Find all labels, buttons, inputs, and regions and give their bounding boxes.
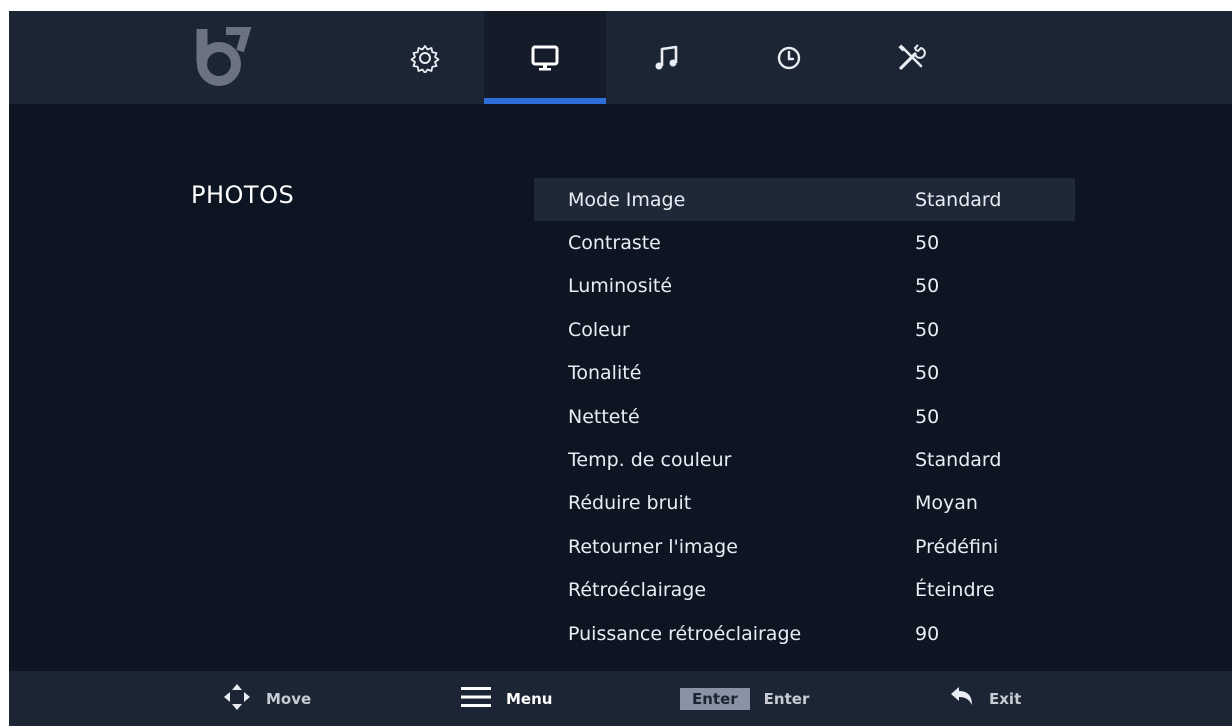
settings-row-value: Prédéfini — [915, 535, 999, 558]
dpad-icon — [222, 682, 252, 716]
enter-key: Enter — [680, 687, 750, 710]
settings-row-label: Contraste — [568, 232, 661, 255]
footer-hints: Move Menu Enter Enter Exit — [9, 671, 1232, 726]
settings-row[interactable]: Retourner l'image Prédéfini — [534, 525, 1075, 568]
settings-row-label: Rétroéclairage — [568, 579, 707, 602]
exit-hint: Exit — [949, 671, 1021, 726]
menu-hint: Menu — [460, 671, 552, 726]
tab-sound[interactable] — [606, 11, 728, 104]
settings-row-value: 50 — [915, 232, 940, 255]
settings-row[interactable]: Puissance rétroéclairage 90 — [534, 612, 1075, 655]
tv-settings-screen: PHOTOS Mode Image Standard Contraste 50 Lumi… — [9, 11, 1232, 726]
settings-row-value: Standard — [915, 188, 1002, 211]
settings-row-value: Standard — [915, 449, 1002, 472]
menu-label: Menu — [506, 689, 553, 708]
move-hint: Move — [222, 671, 311, 726]
back-arrow-icon — [949, 685, 975, 713]
page-title: PHOTOS — [191, 181, 295, 209]
settings-row-label: Réduire bruit — [568, 492, 692, 515]
settings-row-label: Retourner l'image — [568, 535, 738, 558]
tab-picture[interactable] — [484, 11, 606, 104]
settings-row-label: Luminosité — [568, 275, 673, 298]
exit-label: Exit — [989, 689, 1022, 708]
clock-icon — [774, 43, 804, 73]
display-icon — [530, 43, 560, 73]
settings-row-value: 90 — [915, 622, 940, 645]
tab-time[interactable] — [728, 11, 850, 104]
settings-row[interactable]: Mode Image Standard — [534, 178, 1075, 222]
settings-row-label: Temp. de couleur — [568, 449, 732, 472]
move-label: Move — [266, 689, 312, 708]
settings-row[interactable]: Tonalité 50 — [534, 352, 1075, 395]
tools-icon — [895, 42, 927, 74]
settings-row-value: Éteindre — [915, 579, 995, 602]
top-tab-bar — [9, 11, 1232, 104]
music-note-icon — [652, 43, 682, 73]
settings-row[interactable]: Temp. de couleur Standard — [534, 438, 1075, 481]
settings-row[interactable]: Réduire bruit Moyan — [534, 482, 1075, 525]
settings-row-label: Coleur — [568, 318, 630, 341]
settings-row-label: Puissance rétroéclairage — [568, 622, 802, 645]
tab-tools[interactable] — [850, 11, 972, 104]
settings-row[interactable]: Luminosité 50 — [534, 265, 1075, 308]
settings-row-value: 50 — [915, 275, 940, 298]
settings-row-label: Tonalité — [568, 362, 642, 385]
settings-row-value: 50 — [915, 318, 940, 341]
settings-row[interactable]: Contraste 50 — [534, 221, 1075, 264]
settings-row-value: Moyan — [915, 492, 978, 515]
settings-row[interactable]: Coleur 50 — [534, 308, 1075, 351]
settings-row[interactable]: Rétroéclairage Éteindre — [534, 569, 1075, 612]
enter-hint: Enter Enter — [680, 671, 809, 726]
settings-list: Mode Image Standard Contraste 50 Luminosité 5… — [534, 178, 1075, 655]
brand-logo — [192, 23, 252, 87]
settings-icon — [410, 43, 440, 73]
settings-row-value: 50 — [915, 362, 940, 385]
enter-label: Enter — [763, 689, 810, 708]
settings-row-value: 50 — [915, 405, 940, 428]
tab-settings[interactable] — [364, 11, 486, 104]
menu-icon — [460, 685, 492, 713]
settings-row[interactable]: Netteté 50 — [534, 395, 1075, 438]
settings-row-label: Netteté — [568, 405, 640, 428]
settings-row-label: Mode Image — [568, 188, 686, 211]
